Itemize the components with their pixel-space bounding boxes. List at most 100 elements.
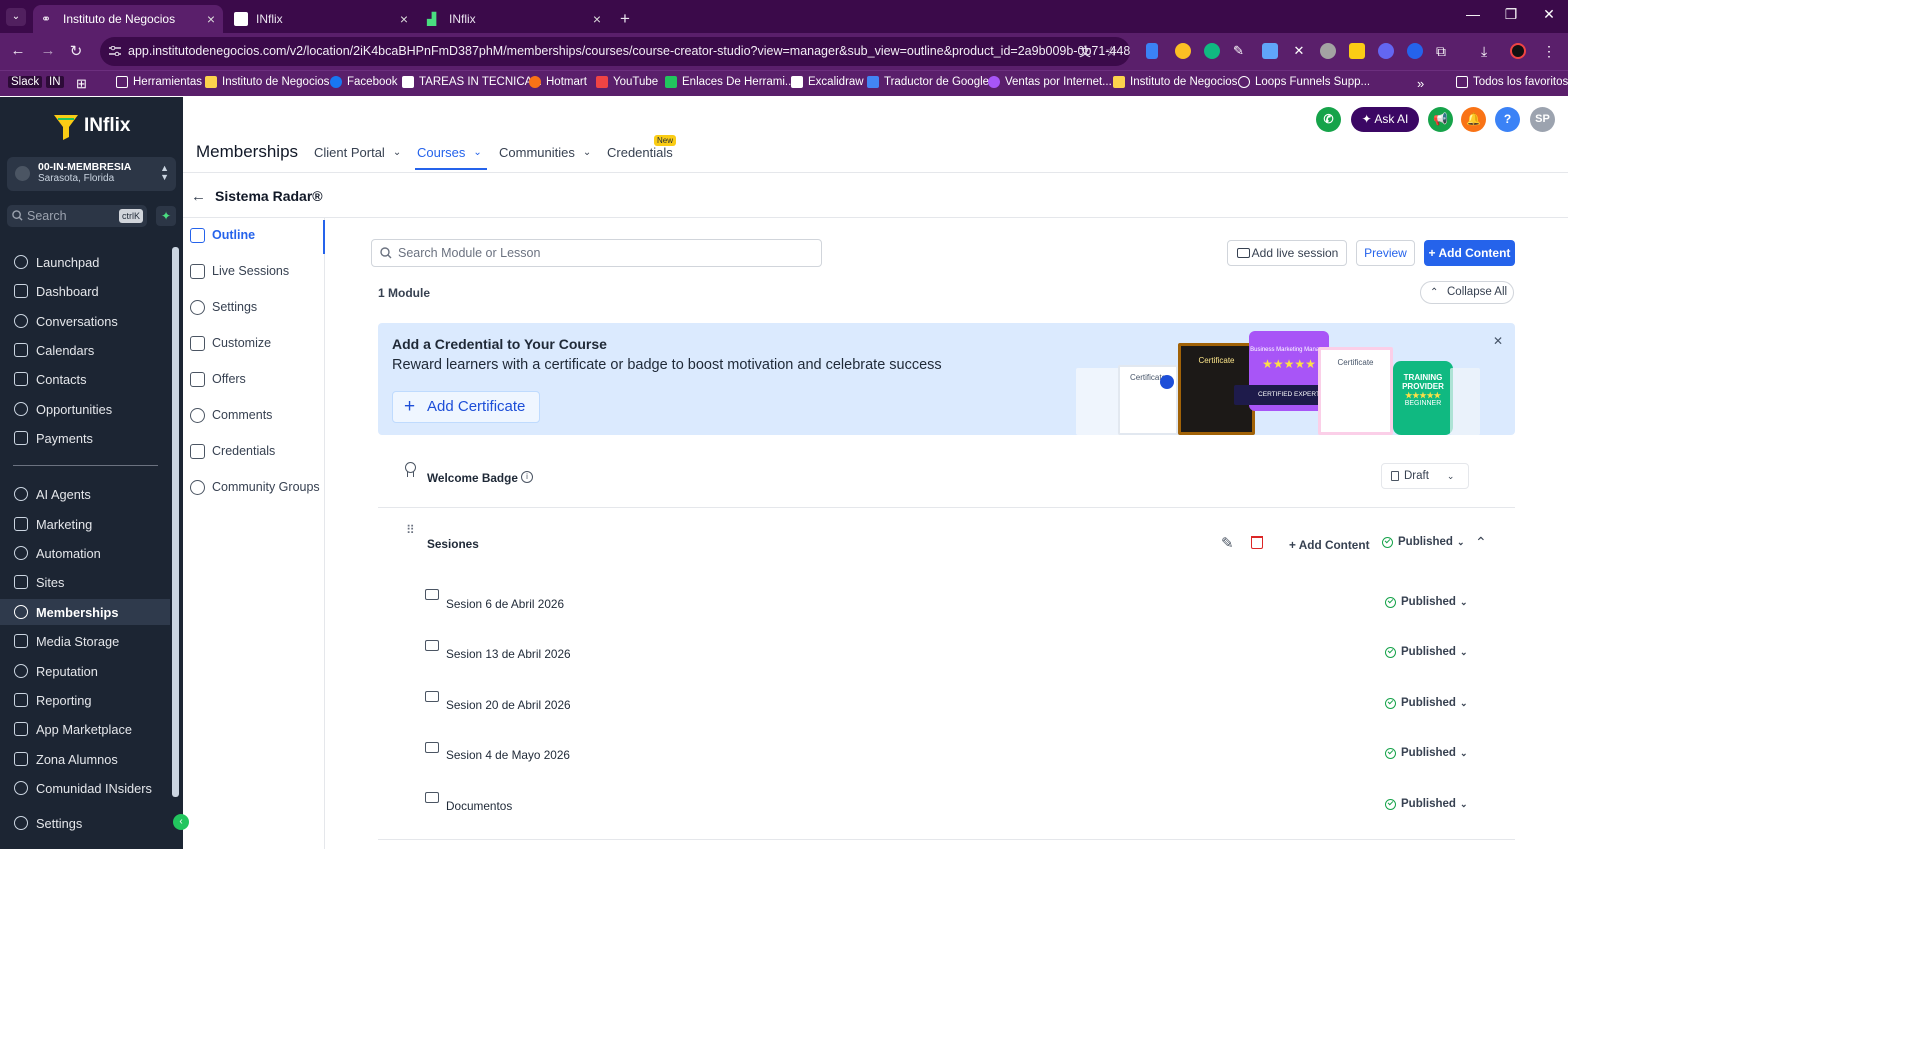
chrome-extension-icon[interactable]	[1175, 43, 1191, 59]
sidebar-item-dashboard[interactable]: Dashboard	[0, 278, 170, 304]
translate-icon[interactable]: 文	[1079, 43, 1095, 59]
tab-communities[interactable]: Communities ⌄	[499, 145, 591, 160]
bookmark[interactable]: Loops Funnels Supp...	[1238, 76, 1370, 88]
user-avatar[interactable]: SP	[1530, 107, 1555, 132]
grid-extension-icon[interactable]	[1349, 43, 1365, 59]
course-nav-comments[interactable]: Comments	[190, 405, 272, 425]
sidebar-item-reputation[interactable]: Reputation	[0, 658, 170, 684]
bookmark-all-folder[interactable]: Todos los favoritos	[1456, 76, 1568, 88]
lesson-row[interactable]: Documentos Published ⌄	[378, 784, 1515, 840]
puzzle-icon[interactable]: ⧉	[1436, 43, 1452, 59]
sidebar-item-zona-alumnos[interactable]: Zona Alumnos	[0, 746, 170, 772]
tab-client-portal[interactable]: Client Portal ⌄	[314, 145, 401, 160]
module-status-dropdown[interactable]: Published ⌄	[1382, 536, 1465, 548]
extension-icon[interactable]	[1146, 43, 1158, 59]
sidebar-item-calendars[interactable]: Calendars	[0, 337, 170, 363]
close-tab-icon[interactable]: ×	[207, 11, 215, 27]
close-tab-icon[interactable]: ×	[400, 11, 408, 27]
browser-tab[interactable]: ▟ INflix ×	[419, 5, 609, 33]
sidebar-item-conversations[interactable]: Conversations	[0, 308, 170, 334]
tab-search-button[interactable]: ⌄	[6, 8, 26, 26]
sidebar-item-automation[interactable]: Automation	[0, 540, 170, 566]
sidebar-item-ai-agents[interactable]: AI Agents	[0, 481, 170, 507]
lesson-status-dropdown[interactable]: Published ⌄	[1385, 646, 1468, 658]
help-icon[interactable]: ?	[1495, 107, 1520, 132]
lesson-status-dropdown[interactable]: Published ⌄	[1385, 596, 1468, 608]
lesson-status-dropdown[interactable]: Published ⌄	[1385, 798, 1468, 810]
bookmark[interactable]: Excalidraw	[791, 76, 864, 88]
circle-extension-icon[interactable]	[1320, 43, 1336, 59]
bookmark-slack[interactable]: Slack	[8, 76, 43, 88]
browser-tab-active[interactable]: ⚭ Instituto de Negocios ×	[33, 5, 223, 33]
minimize-icon[interactable]: —	[1458, 6, 1488, 22]
bookmark-folder[interactable]: Herramientas	[116, 76, 202, 88]
apps-grid-icon[interactable]: ⊞	[76, 76, 87, 92]
account-switcher[interactable]: 00-IN-MEMBRESIA Sarasota, Florida ▲ ▼	[7, 157, 176, 191]
announcement-icon[interactable]: 📢	[1428, 107, 1453, 132]
lesson-row[interactable]: Sesion 13 de Abril 2026 Published ⌄	[378, 631, 1515, 682]
course-nav-outline[interactable]: Outline	[190, 225, 255, 245]
sidebar-item-app-marketplace[interactable]: App Marketplace	[0, 716, 170, 742]
lesson-status-dropdown[interactable]: Published ⌄	[1385, 747, 1468, 759]
lesson-row[interactable]: Sesion 6 de Abril 2026 Published ⌄	[378, 580, 1515, 631]
draft-status-dropdown[interactable]: Draft ⌄	[1381, 463, 1469, 489]
module-row[interactable]: ⠿ Sesiones ✎ + Add Content Published ⌄ ⌃	[378, 508, 1515, 580]
course-nav-live-sessions[interactable]: Live Sessions	[190, 261, 289, 281]
course-nav-settings[interactable]: Settings	[190, 297, 257, 317]
bookmark[interactable]: Instituto de Negocios	[205, 76, 329, 88]
edge-extension-icon[interactable]	[1204, 43, 1220, 59]
sidebar-item-launchpad[interactable]: Launchpad	[0, 249, 170, 275]
eyedropper-icon[interactable]: ✎	[1233, 43, 1249, 59]
bookmark[interactable]: Facebook	[330, 76, 398, 88]
bookmark[interactable]: YouTube	[596, 76, 658, 88]
new-tab-button[interactable]: +	[614, 5, 640, 33]
sidebar-item-settings[interactable]: Settings	[0, 810, 170, 836]
bookmark-in[interactable]: IN	[46, 76, 64, 88]
close-window-icon[interactable]: ✕	[1534, 6, 1564, 23]
bookmark[interactable]: Ventas por Internet...	[988, 76, 1112, 88]
close-tab-icon[interactable]: ×	[593, 11, 601, 27]
collapse-all-button[interactable]: ⌃ Collapse All	[1420, 281, 1514, 304]
edit-pencil-icon[interactable]: ✎	[1221, 534, 1234, 552]
course-nav-offers[interactable]: Offers	[190, 369, 246, 389]
add-content-button[interactable]: + Add Content	[1424, 240, 1515, 266]
tab-courses[interactable]: Courses ⌄	[417, 145, 482, 160]
back-icon[interactable]: ←	[8, 42, 28, 59]
quick-action-bolt-icon[interactable]: ✦	[156, 206, 176, 226]
toggle-extension-icon[interactable]	[1378, 43, 1394, 59]
bookmark[interactable]: Enlaces De Herrami...	[665, 76, 794, 88]
badge-row[interactable]: Welcome Badge i Draft ⌄	[378, 452, 1515, 508]
module-add-content-button[interactable]: + Add Content	[1289, 538, 1370, 552]
ask-ai-button[interactable]: ✦ Ask AI	[1351, 107, 1419, 132]
sidebar-item-opportunities[interactable]: Opportunities	[0, 396, 170, 422]
restore-icon[interactable]: ❐	[1496, 6, 1526, 23]
sidebar-item-payments[interactable]: Payments	[0, 425, 170, 451]
tag-extension-icon[interactable]	[1262, 43, 1278, 59]
bookmark[interactable]: Instituto de Negocios	[1113, 76, 1237, 88]
add-certificate-button[interactable]: + Add Certificate	[392, 391, 540, 423]
trash-icon[interactable]	[1251, 536, 1263, 549]
course-nav-customize[interactable]: Customize	[190, 333, 271, 353]
reload-icon[interactable]: ↻	[66, 42, 86, 60]
site-info-icon[interactable]	[109, 46, 121, 56]
bookmark[interactable]: Hotmart	[529, 76, 587, 88]
browser-tab[interactable]: INflix ×	[226, 5, 416, 33]
back-arrow-icon[interactable]: ←	[191, 188, 206, 205]
add-live-session-button[interactable]: Add live session	[1227, 240, 1347, 266]
address-bar[interactable]: app.institutodenegocios.com/v2/location/…	[100, 37, 1130, 66]
sidebar-item-marketing[interactable]: Marketing	[0, 511, 170, 537]
bookmark[interactable]: TAREAS IN TECNICA...	[402, 76, 542, 88]
info-icon[interactable]: i	[521, 471, 533, 483]
x-extension-icon[interactable]: ✕	[1291, 43, 1307, 59]
sidebar-scrollbar[interactable]	[172, 247, 179, 797]
course-nav-community-groups[interactable]: Community Groups	[190, 477, 320, 497]
close-banner-icon[interactable]: ✕	[1490, 333, 1506, 349]
notification-bell-icon[interactable]: 🔔	[1461, 107, 1486, 132]
sidebar-item-comunidad-insiders[interactable]: Comunidad INsiders	[0, 775, 170, 801]
lesson-row[interactable]: Sesion 20 de Abril 2026 Published ⌄	[378, 682, 1515, 733]
module-search-input[interactable]: Search Module or Lesson	[371, 239, 822, 267]
menu-kebab-icon[interactable]: ⋮	[1542, 43, 1558, 59]
preview-button[interactable]: Preview	[1356, 240, 1415, 266]
phone-icon[interactable]: ✆	[1316, 107, 1341, 132]
sidebar-item-sites[interactable]: Sites	[0, 569, 170, 595]
